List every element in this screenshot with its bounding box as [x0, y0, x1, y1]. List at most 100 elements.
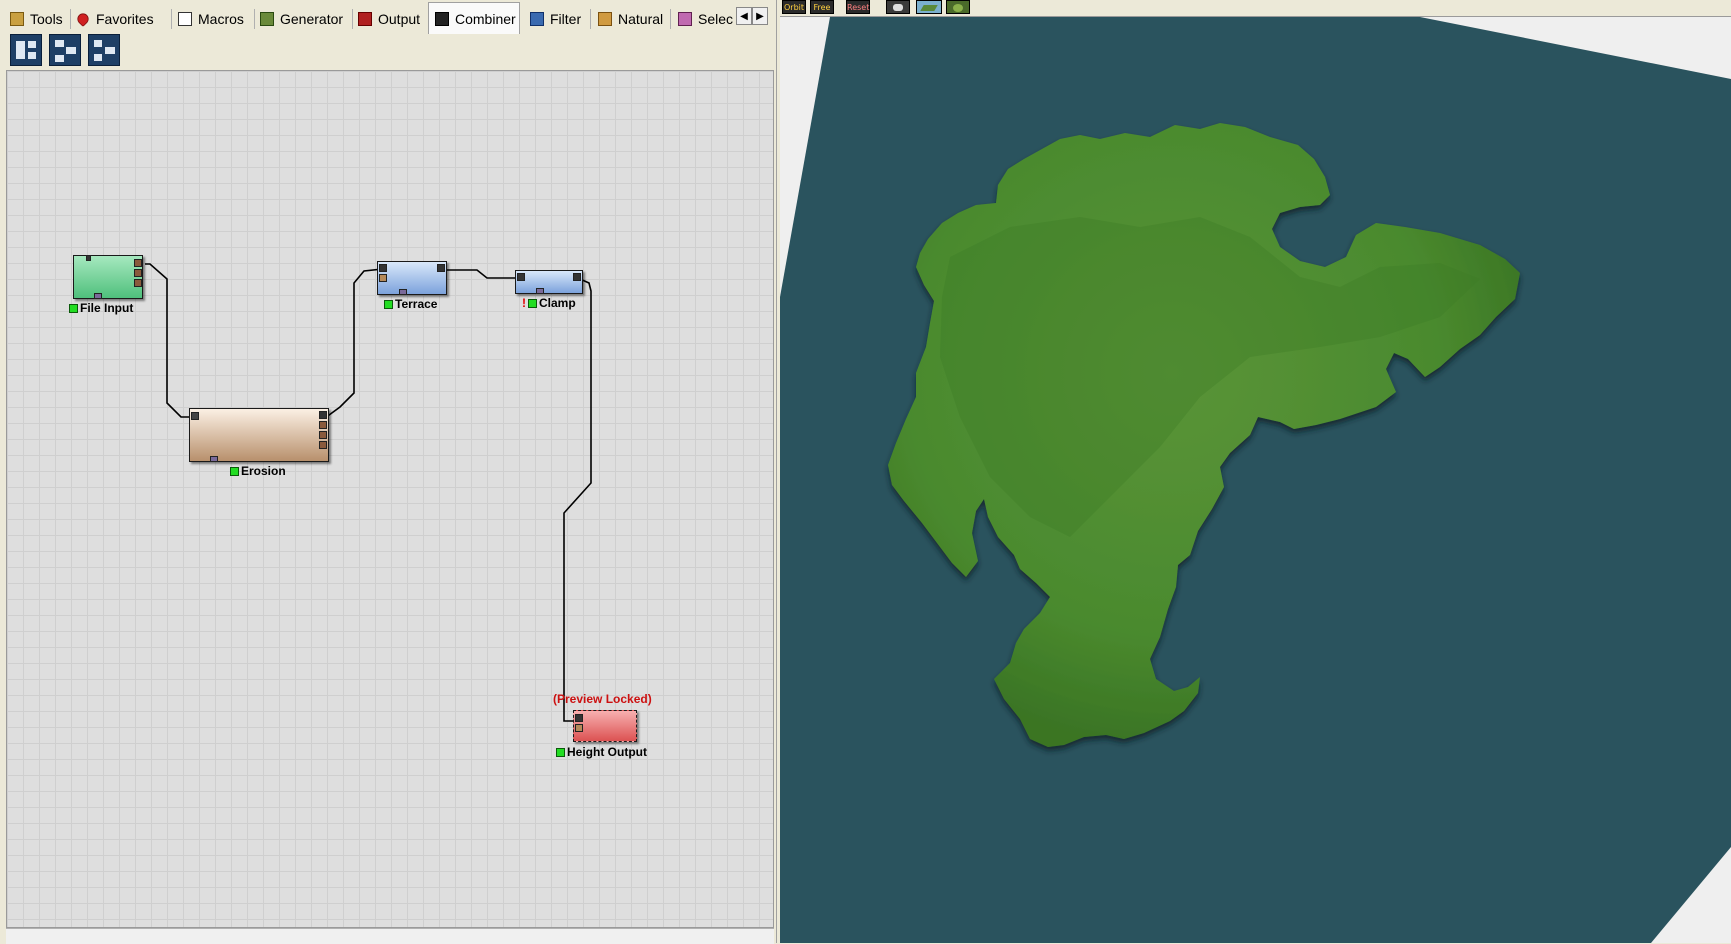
- input-port[interactable]: [86, 255, 91, 261]
- layout-tree-button[interactable]: [10, 34, 42, 66]
- tab-combiner[interactable]: Combiner: [428, 2, 520, 34]
- free-camera-icon: Free: [813, 3, 831, 12]
- input-port[interactable]: [517, 273, 525, 281]
- terrain-shade-icon: [920, 5, 938, 11]
- orbit-icon: Orbit: [783, 3, 805, 12]
- node-title: Terrace: [395, 297, 438, 311]
- preview-panel: Orbit Free Reset: [780, 0, 1731, 943]
- preview-port[interactable]: [536, 288, 544, 294]
- tab-label: Favorites: [96, 11, 154, 27]
- output-port[interactable]: [134, 279, 142, 287]
- terrain-3d-viewport[interactable]: [780, 17, 1731, 943]
- tab-filter[interactable]: Filter: [530, 6, 581, 32]
- free-camera-button[interactable]: Free: [810, 0, 834, 14]
- view-toolbar: Orbit Free Reset: [780, 0, 1731, 17]
- texture-button[interactable]: [946, 0, 970, 14]
- tab-natural[interactable]: Natural: [598, 6, 663, 32]
- input-port[interactable]: [191, 412, 199, 420]
- status-led-icon: [69, 303, 78, 313]
- output-port[interactable]: [319, 411, 327, 419]
- layout-flow-button[interactable]: [88, 34, 120, 66]
- tab-label: Natural: [618, 11, 664, 27]
- tab-macros[interactable]: Macros: [178, 6, 244, 32]
- generator-icon: [260, 12, 274, 26]
- node-title: File Input: [80, 301, 134, 315]
- status-led-icon: [230, 466, 239, 476]
- terrain-shade-button[interactable]: [916, 0, 942, 14]
- input-port[interactable]: [379, 264, 387, 272]
- camera-icon: [893, 4, 903, 11]
- tab-generator[interactable]: Generator: [260, 6, 343, 32]
- preview-port[interactable]: [210, 456, 218, 462]
- graph-panel: Tools Favorites Macros Generator Output …: [0, 0, 776, 944]
- reset-view-button[interactable]: Reset: [846, 0, 870, 14]
- node-title: Erosion: [241, 464, 286, 478]
- node-file-input-label: File Input: [69, 301, 133, 315]
- combiner-icon: [435, 11, 449, 26]
- node-graph-canvas[interactable]: File Input Erosion Terrace ! Clamp (Prev…: [6, 70, 774, 928]
- output-port[interactable]: [319, 441, 327, 449]
- tab-bar: Tools Favorites Macros Generator Output …: [0, 0, 776, 35]
- output-port[interactable]: [134, 259, 142, 267]
- tools-icon: [10, 12, 24, 26]
- node-clamp[interactable]: [515, 270, 583, 294]
- natural-icon: [598, 12, 612, 26]
- status-led-icon: [528, 298, 537, 308]
- output-port[interactable]: [573, 273, 581, 281]
- input-port[interactable]: [575, 724, 583, 732]
- node-terrace[interactable]: [377, 261, 447, 295]
- input-port[interactable]: [379, 274, 387, 282]
- status-led-icon: [384, 299, 393, 309]
- status-led-icon: [556, 747, 565, 757]
- layout-branch-button[interactable]: [49, 34, 81, 66]
- tab-selector[interactable]: Selec: [678, 6, 736, 32]
- node-clamp-label: ! Clamp: [522, 296, 576, 310]
- node-terrace-label: Terrace: [384, 297, 437, 311]
- warning-icon: !: [522, 296, 526, 310]
- node-height-output-label: Height Output: [556, 745, 647, 759]
- output-port[interactable]: [319, 431, 327, 439]
- tab-label: Combiner: [455, 10, 516, 27]
- output-port[interactable]: [319, 421, 327, 429]
- node-title: Clamp: [539, 296, 576, 310]
- chevron-right-icon: ▶: [756, 10, 764, 22]
- wire-erosion-to-terrace: [324, 268, 384, 419]
- tab-favorites[interactable]: Favorites: [75, 6, 154, 32]
- wire-clamp-to-height-output: [563, 278, 592, 722]
- node-file-input[interactable]: [73, 255, 143, 299]
- heart-icon: [75, 11, 91, 27]
- node-erosion-label: Erosion: [230, 464, 286, 478]
- texture-icon: [953, 4, 963, 12]
- tab-label: Output: [378, 11, 421, 27]
- wire-terrace-to-clamp: [444, 269, 517, 279]
- preview-locked-status: (Preview Locked): [553, 692, 652, 706]
- tab-label: Macros: [198, 11, 244, 27]
- canvas-scrollbar[interactable]: [6, 928, 774, 944]
- camera-button[interactable]: [886, 0, 910, 14]
- filter-icon: [530, 12, 544, 26]
- tab-tools[interactable]: Tools: [10, 6, 63, 32]
- tab-output[interactable]: Output: [358, 6, 420, 32]
- tab-scroll-left-button[interactable]: ◀: [736, 7, 752, 25]
- chevron-left-icon: ◀: [740, 10, 748, 22]
- output-port[interactable]: [437, 264, 445, 272]
- reset-view-icon: Reset: [847, 3, 870, 12]
- output-port[interactable]: [134, 269, 142, 277]
- connection-wires: [145, 263, 592, 722]
- preview-port[interactable]: [94, 293, 102, 299]
- tab-label: Tools: [30, 11, 63, 27]
- node-height-output[interactable]: [573, 710, 637, 742]
- graph-toolbar: [0, 34, 776, 72]
- selector-icon: [678, 12, 692, 26]
- node-erosion[interactable]: [189, 408, 329, 462]
- tab-label: Generator: [280, 11, 344, 27]
- wire-file-input-to-erosion: [145, 263, 191, 418]
- macro-icon: [178, 12, 192, 26]
- node-title: Height Output: [567, 745, 647, 759]
- tab-scroll-right-button[interactable]: ▶: [752, 7, 768, 25]
- tab-label: Selec: [698, 11, 734, 27]
- preview-port[interactable]: [399, 289, 407, 295]
- output-icon: [358, 12, 372, 26]
- input-port[interactable]: [575, 714, 583, 722]
- orbit-button[interactable]: Orbit: [782, 0, 806, 14]
